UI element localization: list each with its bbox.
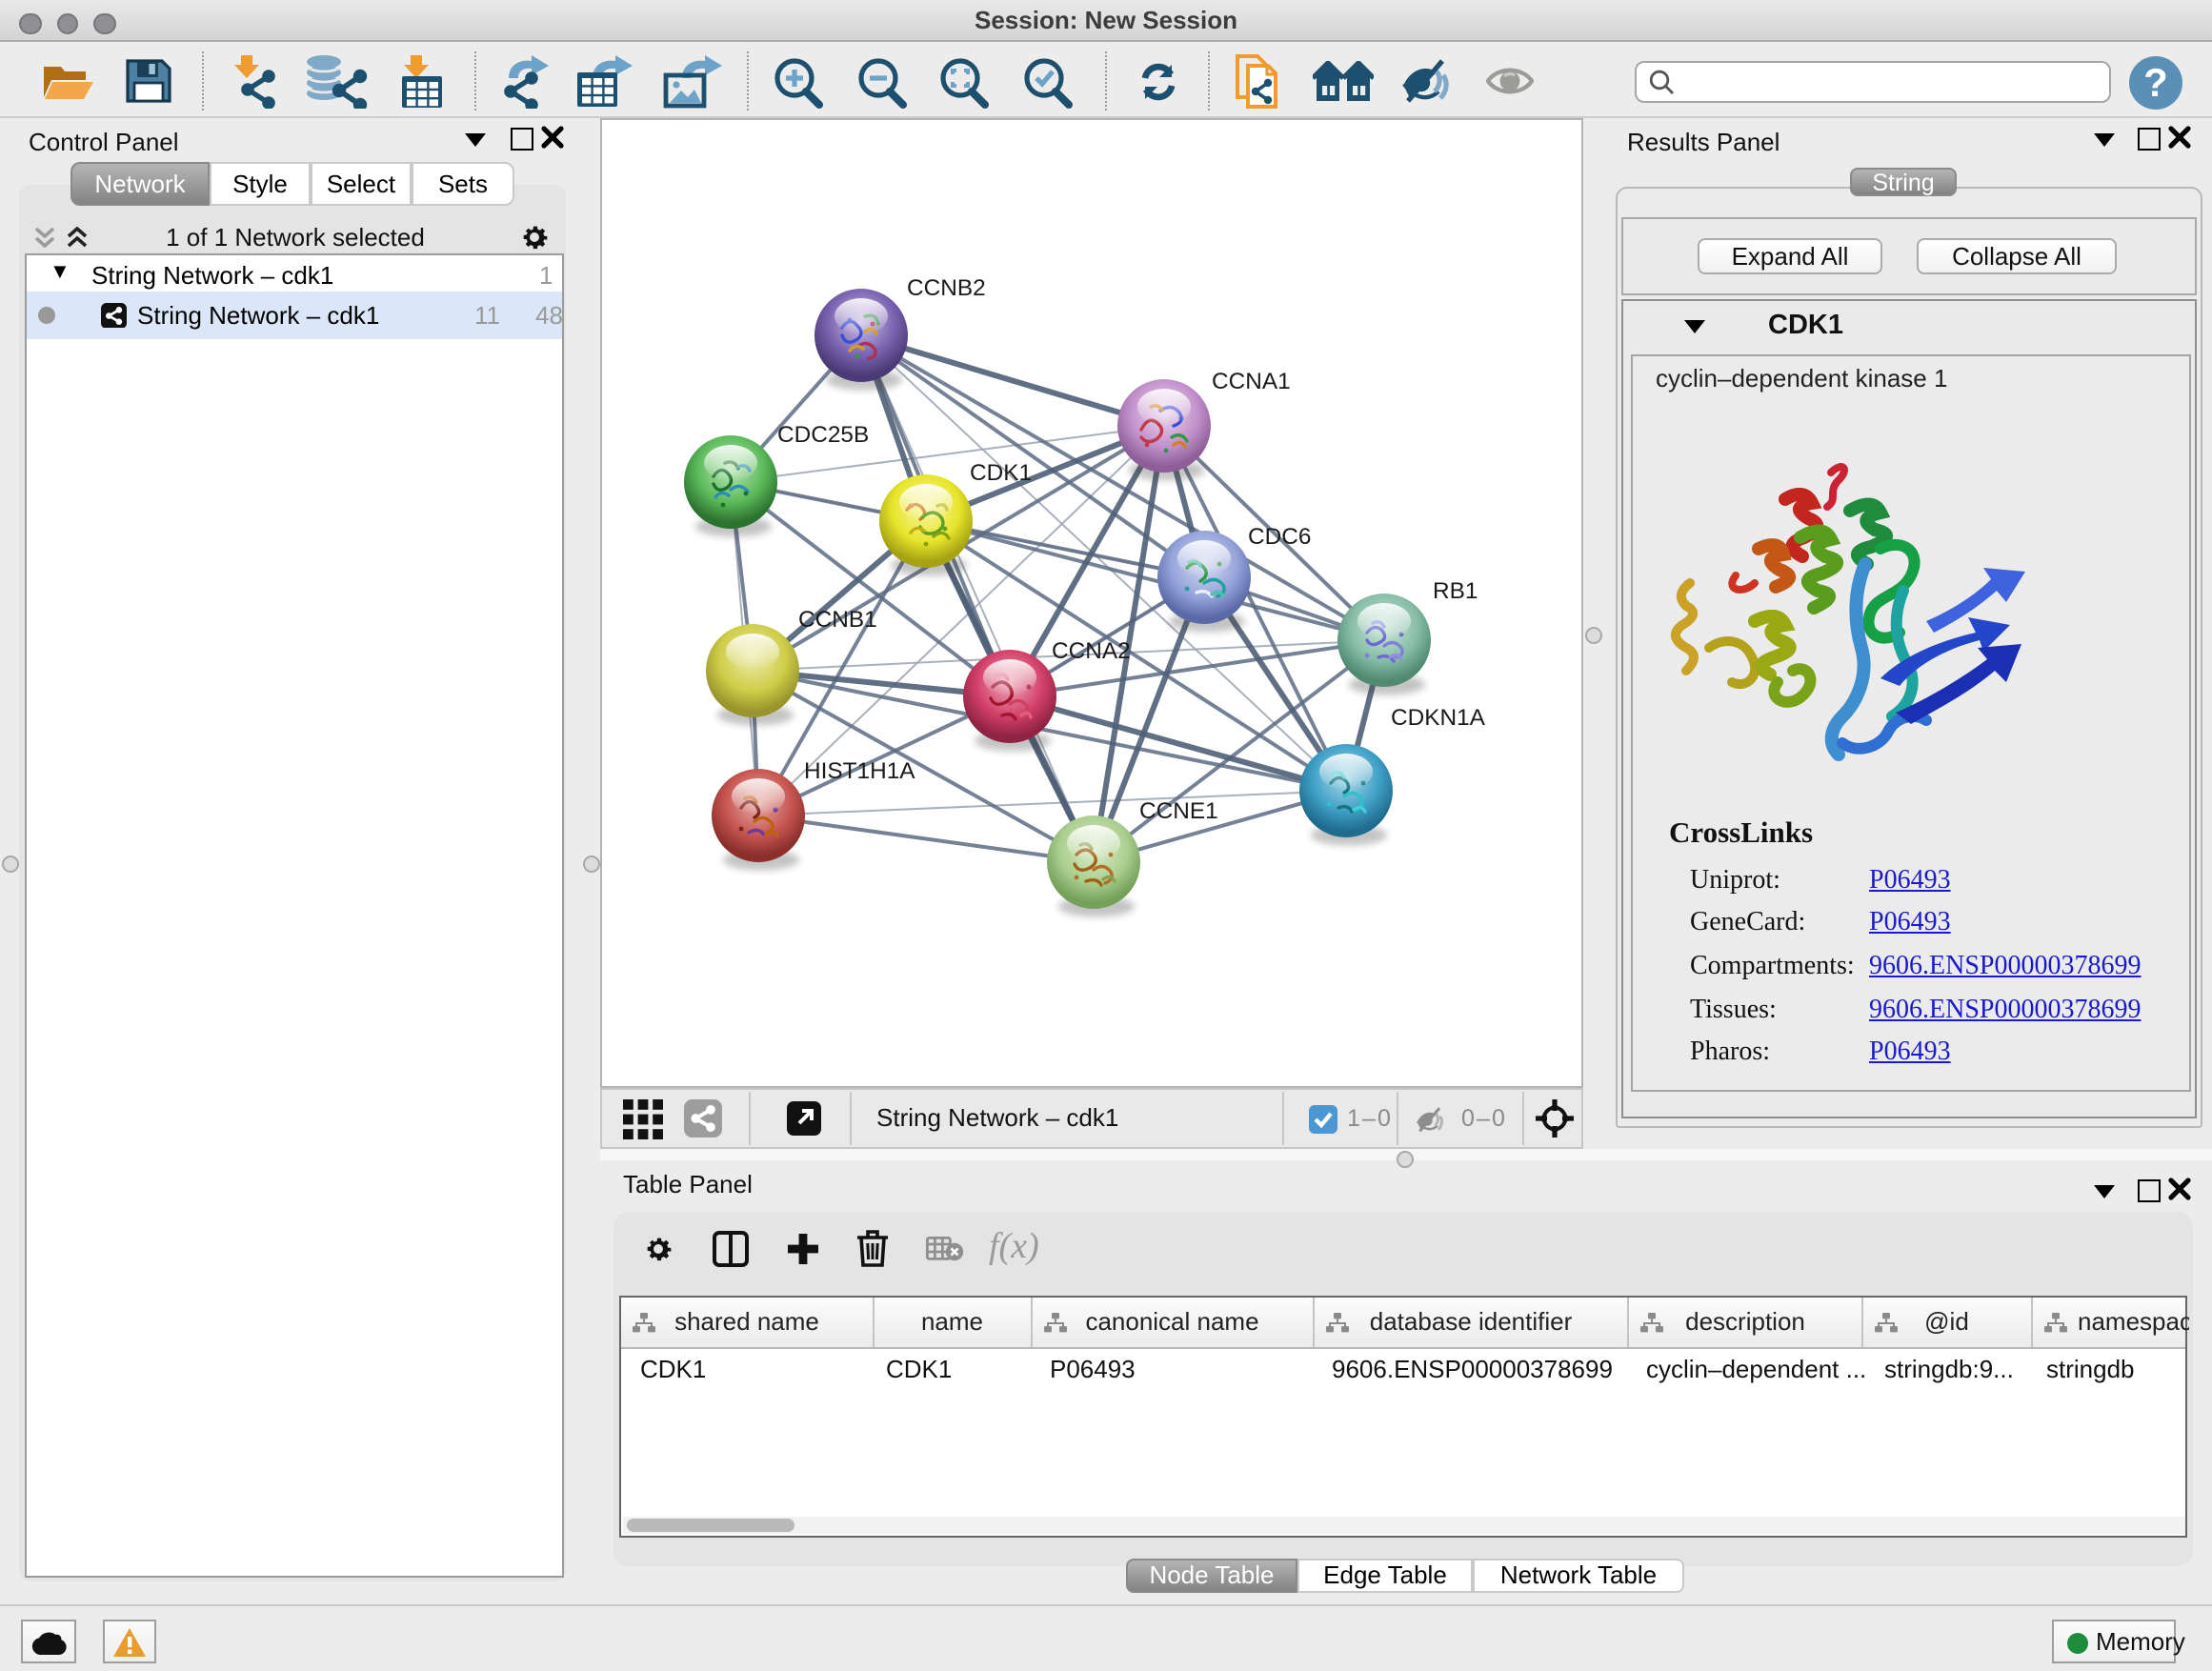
svg-text:CDK1: CDK1 [970, 460, 1032, 486]
svg-text:RB1: RB1 [1433, 578, 1478, 604]
svg-text:CCNE1: CCNE1 [1139, 798, 1218, 824]
svg-text:CCNB1: CCNB1 [798, 607, 877, 633]
svg-text:?: ? [2143, 60, 2168, 105]
svg-text:CCNB2: CCNB2 [907, 275, 986, 301]
svg-text:CDC25B: CDC25B [777, 422, 869, 448]
svg-text:CDC6: CDC6 [1248, 524, 1311, 550]
svg-text:CCNA2: CCNA2 [1052, 638, 1131, 664]
svg-text:CCNA1: CCNA1 [1212, 369, 1291, 394]
svg-text:CDKN1A: CDKN1A [1391, 705, 1486, 731]
svg-text:HIST1H1A: HIST1H1A [804, 758, 915, 784]
